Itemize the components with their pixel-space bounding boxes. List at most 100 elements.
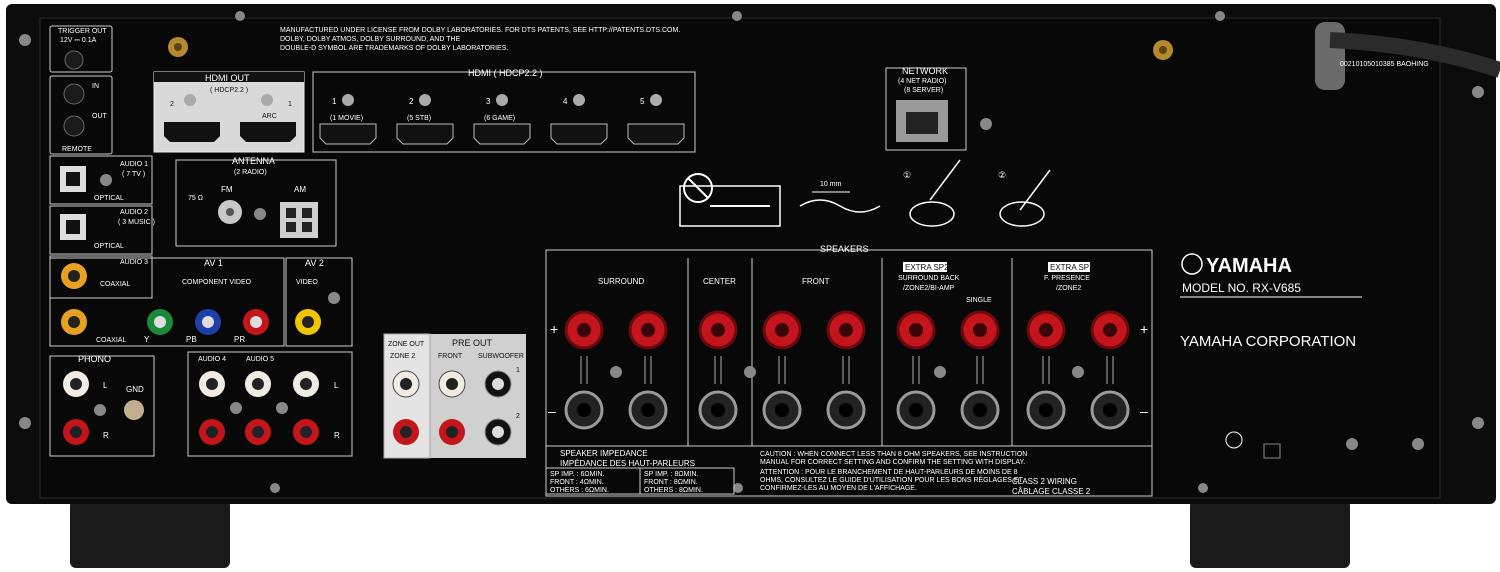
screw-icon [732,11,742,21]
hdmi-in-3-port[interactable] [473,123,531,145]
screw-icon [496,94,508,106]
am-label: AM [294,185,306,194]
imp-right-1: SP IMP. : 8ΩMIN. [644,471,698,478]
screw-icon [650,94,662,106]
model-number: MODEL NO. RX-V685 [1182,281,1301,295]
brand-name: YAMAHA [1206,255,1292,277]
terminal-hole [1039,323,1053,337]
audio4-title: AUDIO 4 [198,356,226,363]
trigger-jack[interactable] [64,50,84,70]
gnd-terminal[interactable] [124,400,144,420]
remote-title: REMOTE [62,146,92,153]
screw-icon [744,366,756,378]
cord-clamp [1315,22,1345,90]
hdmi-in-1-port[interactable] [319,123,377,145]
hdmi-in-3-label: (6 GAME) [484,115,515,122]
minus-left: – [548,403,556,419]
imp-left-1: SP IMP. : 6ΩMIN. [550,471,604,478]
audio1-type: OPTICAL [94,195,124,202]
hdmi-in-3-number: 3 [486,97,491,106]
fm-ohm-label: 75 Ω [188,195,203,202]
hdmi-out-section: HDMI OUT ( HDCP2.2 ) 2 1 ARC [153,71,305,153]
surround-back-label: SURROUND BACK [898,275,960,282]
remote-out-jack[interactable] [63,115,85,137]
screw-icon [1072,366,1084,378]
screw-icon [1472,86,1484,98]
center-label: CENTER [703,277,736,286]
remote-in-label: IN [92,83,99,90]
fm-label: FM [221,185,233,194]
screw-icon [254,208,266,220]
wifi-antenna-left [168,37,188,57]
front-label: FRONT [802,277,830,286]
audio3-type: COAXIAL [100,281,130,288]
right-foot [1190,500,1350,568]
dts-notice: FOR DTS PATENTS, SEE HTTP://PATENTS.DTS.… [505,27,680,34]
audio2-sub: ( 3 MUSIC ) [118,219,155,226]
zone2-label: ZONE 2 [390,353,415,360]
wifi-antenna-right [1153,40,1173,60]
speakers-title: SPEAKERS [820,244,869,254]
remote-in-jack[interactable] [63,83,85,105]
network-sub1: (4 NET RADIO) [898,78,947,85]
extra-sp1-label: EXTRA SP1 [1050,263,1094,272]
terminal-hole [1039,403,1053,417]
terminal-hole [775,323,789,337]
zone2-biamp-label: /ZONE2/BI-AMP [903,285,955,292]
hdmi-in-4-number: 4 [563,97,568,106]
left-foot [70,500,230,568]
am-antenna-terminal[interactable] [280,202,318,238]
step-1-label: ① [903,170,911,180]
caution-line-3: ATTENTION : POUR LE BRANCHEMENT DE HAUT-… [760,469,1018,476]
component-pr-label: PR [234,335,245,344]
screw-icon [1412,438,1424,450]
screw-icon [573,94,585,106]
trigger-title: TRIGGER OUT [58,28,107,35]
hdmi-in-title: HDMI ( HDCP2.2 ) [468,68,543,78]
caution-line-1: CAUTION : WHEN CONNECT LESS THAN 8 OHM S… [760,451,1027,458]
strip-length-label: 10 mm [820,181,842,188]
component-pb-label: PB [186,335,197,344]
hdmi-out-title: HDMI OUT [205,73,250,83]
receiver-rear-panel: 00210105010385 BAOHING MANUFACTURED UNDE… [0,0,1500,572]
extra-sp2-label: EXTRA SP2 [905,263,949,272]
screw-icon [1215,11,1225,21]
audio2-type: OPTICAL [94,243,124,250]
terminal-hole [839,323,853,337]
screw-icon [276,402,288,414]
hdmi-in-1-number: 1 [332,97,337,106]
hdmi-in-5-port[interactable] [627,123,685,145]
hdmi-in-2-port[interactable] [396,123,454,145]
terminal-hole [775,403,789,417]
terminal-hole [973,323,987,337]
audio5-title: AUDIO 5 [246,356,274,363]
terminal-hole [641,403,655,417]
plus-left: + [550,321,558,337]
audio1-sub: ( 7 TV ) [122,171,145,178]
zone-out-title: ZONE OUT [388,341,425,348]
terminal-hole [909,323,923,337]
hdmi-out-1-port[interactable] [240,122,296,142]
pre-out-front-label: FRONT [438,353,463,360]
sub-num-1: 1 [516,367,520,374]
screw-icon [328,292,340,304]
audio2-title: AUDIO 2 [120,209,148,216]
terminal-hole [973,403,987,417]
network-title: NETWORK [902,66,948,76]
screw-icon [419,94,431,106]
hdmi-in-1-label: (1 MOVIE) [330,115,363,122]
antenna-sub: (2 RADIO) [234,169,267,176]
minus-right: – [1140,403,1148,419]
rear-panel-svg: 00210105010385 BAOHING MANUFACTURED UNDE… [6,4,1500,568]
imp-right-2: FRONT : 8ΩMIN. [644,479,698,486]
screw-icon [94,404,106,416]
presence-label: F. PRESENCE [1044,275,1090,282]
terminal-hole [641,323,655,337]
phono-r-label: R [103,431,109,440]
network-sub2: (8 SERVER) [904,87,943,94]
av1-coax-label: COAXIAL [96,337,126,344]
audio1-title: AUDIO 1 [120,161,148,168]
hdmi-in-4-port[interactable] [550,123,608,145]
hdmi-out-2-port[interactable] [164,122,220,142]
class2-line-1: CLASS 2 WIRING [1012,477,1077,486]
